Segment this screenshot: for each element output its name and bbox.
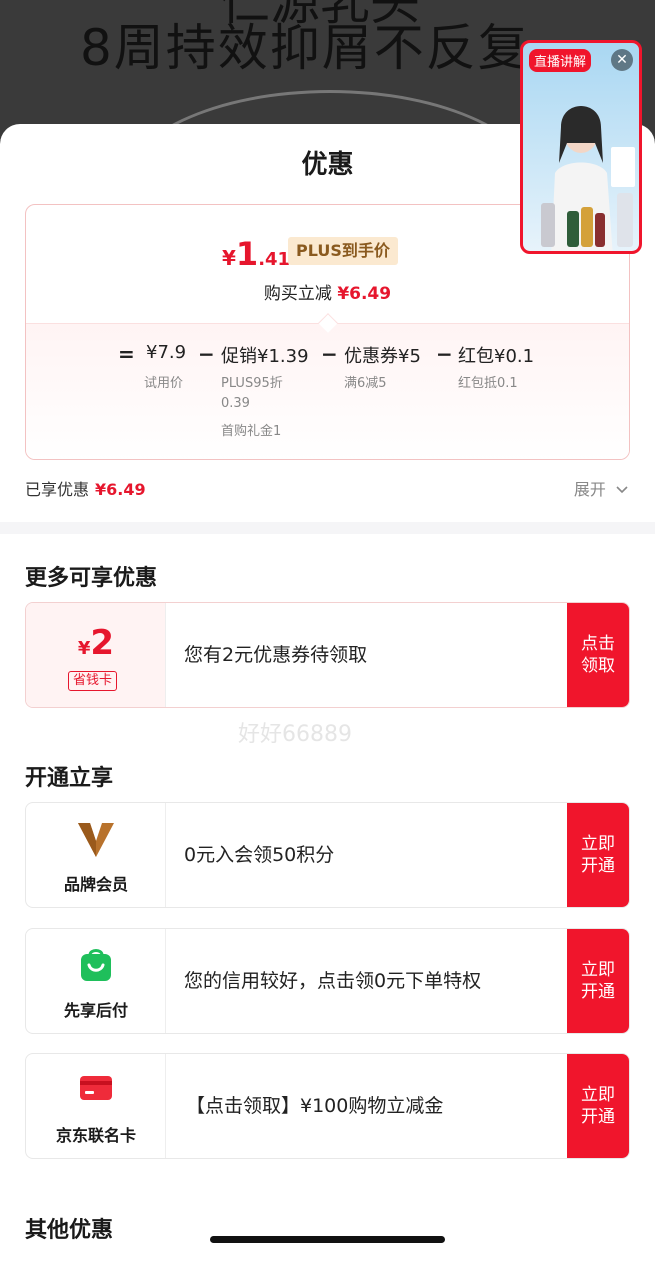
final-price: ¥1.41 bbox=[222, 235, 291, 273]
enjoyed-discount: 已享优惠 ¥6.49 bbox=[25, 480, 146, 499]
chevron-down-icon bbox=[615, 480, 629, 499]
live-stream-window[interactable]: 直播讲解 ✕ bbox=[520, 40, 642, 254]
section-divider bbox=[0, 522, 655, 534]
open-co-branded-button[interactable]: 立即 开通 bbox=[567, 1054, 629, 1158]
expand-button[interactable]: 展开 bbox=[574, 476, 629, 500]
more-discounts-title: 更多可享优惠 bbox=[25, 566, 158, 591]
pay-later-text: 您的信用较好，点击领0元下单特权 bbox=[184, 970, 482, 992]
purchase-reduction: 购买立减 ¥6.49 bbox=[263, 284, 392, 304]
brand-v-icon bbox=[26, 819, 166, 863]
breakdown-promotion-plus: PLUS95折 bbox=[221, 376, 283, 391]
coupon-offer-text: 您有2元优惠券待领取 bbox=[184, 644, 368, 666]
breakdown-promotion: 促销¥1.39 bbox=[221, 346, 309, 367]
breakdown-redpacket-rule: 红包抵0.1 bbox=[458, 376, 518, 391]
home-indicator[interactable] bbox=[210, 1236, 445, 1243]
discount-sheet: 优惠 ¥1.41 PLUS到手价 购买立减 ¥6.49 = ¥7.9 试用价 −… bbox=[0, 124, 655, 1280]
plus-price-badge: PLUS到手价 bbox=[288, 237, 398, 265]
other-discounts-title: 其他优惠 bbox=[25, 1218, 114, 1243]
coupon-amount: ¥2 bbox=[77, 623, 115, 663]
brand-member-card[interactable]: 品牌会员 0元入会领50积分 立即 开通 bbox=[25, 802, 630, 908]
equals-sign: = bbox=[118, 342, 135, 366]
pay-later-label: 先享后付 bbox=[63, 1001, 128, 1020]
live-host-figure bbox=[541, 106, 635, 251]
breakdown-promotion-gift: 首购礼金1 bbox=[221, 424, 282, 439]
pay-later-card[interactable]: 先享后付 您的信用较好，点击领0元下单特权 立即 开通 bbox=[25, 928, 630, 1034]
co-branded-text: 【点击领取】¥100购物立减金 bbox=[186, 1095, 444, 1117]
product-headline: 8周持效抑屑不反复 bbox=[80, 19, 530, 77]
brand-member-text: 0元入会领50积分 bbox=[184, 844, 335, 866]
open-brand-member-button[interactable]: 立即 开通 bbox=[567, 803, 629, 907]
breakdown-trial-price: ¥7.9 bbox=[146, 342, 187, 363]
breakdown-coupon-rule: 满6减5 bbox=[344, 376, 387, 391]
credit-card-icon bbox=[26, 1070, 166, 1108]
co-branded-label: 京东联名卡 bbox=[55, 1126, 136, 1145]
breakdown-redpacket: 红包¥0.1 bbox=[458, 346, 535, 367]
coupon-offer-left: ¥2 省钱卡 bbox=[26, 603, 166, 707]
open-pay-later-button[interactable]: 立即 开通 bbox=[567, 929, 629, 1033]
breakdown-trial-label: 试用价 bbox=[144, 376, 184, 391]
co-branded-left: 京东联名卡 bbox=[26, 1054, 166, 1158]
price-breakdown: = ¥7.9 试用价 − 促销¥1.39 PLUS95折 0.39 首购礼金1 … bbox=[26, 323, 629, 459]
open-benefits-title: 开通立享 bbox=[25, 766, 114, 791]
breakdown-promotion-plus-value: 0.39 bbox=[221, 396, 250, 411]
breakdown-coupon: 优惠券¥5 bbox=[344, 346, 421, 367]
savings-card-badge: 省钱卡 bbox=[68, 671, 118, 691]
brand-member-left: 品牌会员 bbox=[26, 803, 166, 907]
minus-sign: − bbox=[321, 342, 338, 366]
co-branded-card[interactable]: 京东联名卡 【点击领取】¥100购物立减金 立即 开通 bbox=[25, 1053, 630, 1159]
coupon-offer-card[interactable]: ¥2 省钱卡 您有2元优惠券待领取 点击 领取 bbox=[25, 602, 630, 708]
watermark: 好好66889 bbox=[238, 722, 352, 747]
pay-later-left: 先享后付 bbox=[26, 929, 166, 1033]
claim-coupon-button[interactable]: 点击 领取 bbox=[567, 603, 629, 707]
minus-sign: − bbox=[198, 342, 215, 366]
shopping-bag-icon bbox=[26, 945, 166, 987]
minus-sign: − bbox=[436, 342, 453, 366]
brand-member-label: 品牌会员 bbox=[63, 875, 128, 894]
